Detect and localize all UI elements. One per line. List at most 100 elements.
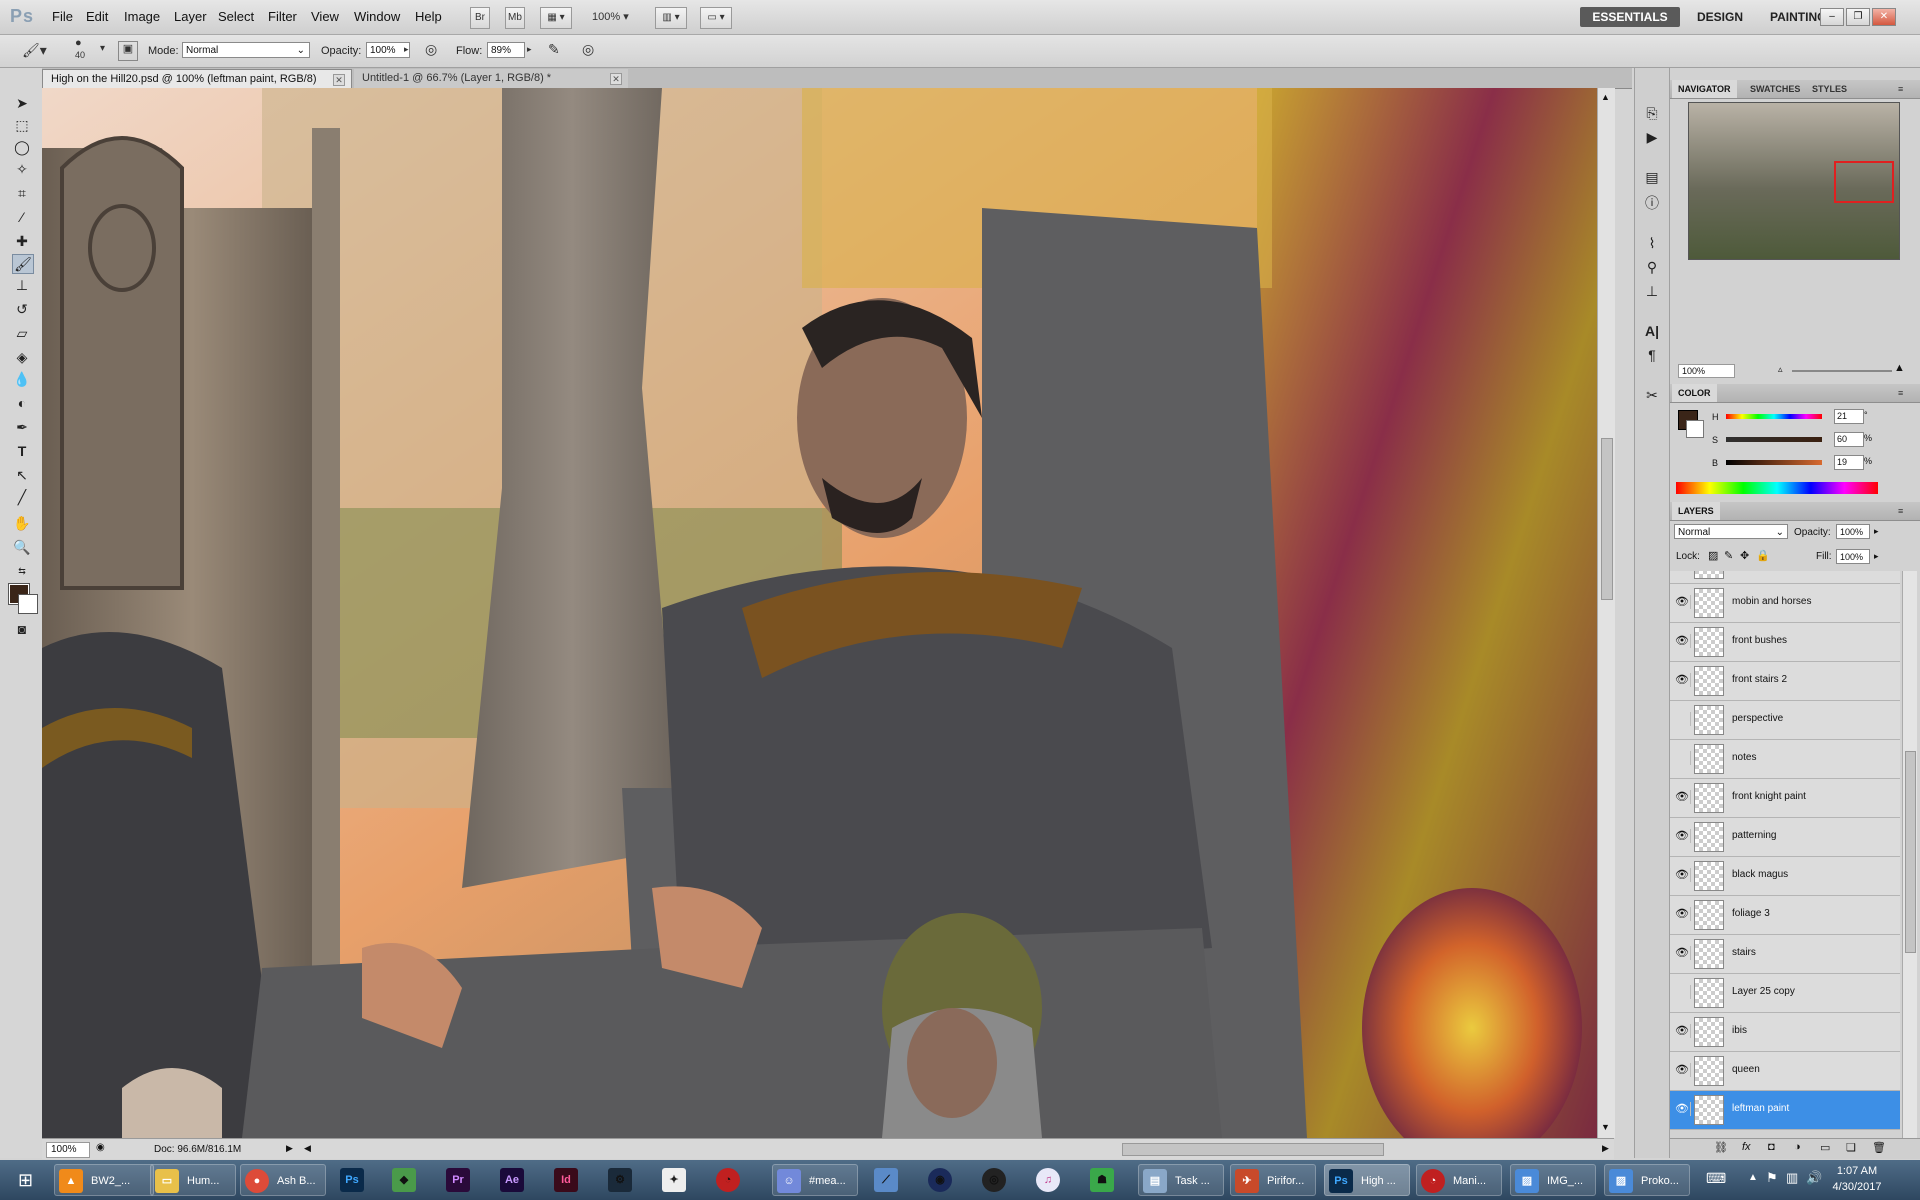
saturation-input[interactable]: 60 [1834, 432, 1864, 447]
add-mask-icon[interactable]: ◘ [1768, 1141, 1775, 1153]
layer-row[interactable]: 👁 mobin and horses [1670, 584, 1900, 623]
document-canvas[interactable] [42, 88, 1597, 1138]
scroll-up-icon[interactable]: ▲ [1601, 92, 1610, 102]
tab-swatches[interactable]: SWATCHES [1744, 80, 1806, 98]
delete-layer-icon[interactable]: 🗑 [1872, 1141, 1886, 1154]
tab-styles[interactable]: STYLES [1806, 80, 1853, 98]
taskbar-item-taskmgr[interactable]: ▤ Task ... [1138, 1164, 1224, 1196]
visibility-eye-icon[interactable]: 👁 [1674, 1024, 1691, 1038]
show-hidden-icons-icon[interactable]: ▲ [1748, 1172, 1758, 1183]
visibility-eye-icon[interactable]: 👁 [1674, 1063, 1691, 1077]
brush-tool-preset-icon[interactable]: 🖌▾ [22, 42, 47, 59]
brush-presets-panel-icon[interactable]: ⚲ [1642, 258, 1662, 276]
layer-row[interactable]: 👁 ibis [1670, 1013, 1900, 1052]
layer-row[interactable]: 👁 front knight paint [1670, 779, 1900, 818]
crop-tool-icon[interactable]: ⌗ [12, 184, 32, 202]
move-tool-icon[interactable]: ➤ [12, 94, 32, 112]
lock-pixels-icon[interactable]: ✎ [1724, 549, 1733, 562]
layer-opacity-input[interactable]: 100% [1836, 524, 1870, 539]
visibility-eye-icon[interactable]: 👁 [1674, 673, 1691, 687]
close-tab-icon[interactable]: ✕ [333, 74, 345, 86]
taskbar-item-chrome[interactable]: ● Ash B... [240, 1164, 326, 1196]
visibility-eye-icon[interactable]: 👁 [1674, 595, 1691, 609]
swap-colors-icon[interactable]: ⇆ [12, 562, 32, 580]
volume-icon[interactable]: 🔊 [1806, 1170, 1822, 1186]
quick-mask-icon[interactable]: ◙ [12, 620, 32, 638]
menu-layer[interactable]: Layer [174, 9, 207, 24]
visibility-eye-icon[interactable]: 👁 [1674, 790, 1691, 804]
tab-high-on-the-hill[interactable]: High on the Hill20.psd @ 100% (leftman p… [42, 69, 352, 88]
hand-tool-icon[interactable]: ✋ [12, 514, 32, 532]
panel-menu-icon[interactable]: ≡ [1892, 80, 1909, 98]
histogram-panel-icon[interactable]: ▤ [1642, 168, 1662, 186]
workspace-essentials[interactable]: ESSENTIALS [1580, 7, 1680, 27]
visibility-eye-icon[interactable]: 👁 [1674, 1102, 1691, 1116]
workspace-design[interactable]: DESIGN [1697, 7, 1743, 27]
path-selection-tool-icon[interactable]: ↖ [12, 466, 32, 484]
visibility-eye-icon[interactable]: 👁 [1674, 868, 1691, 882]
pressure-opacity-icon[interactable]: ◎ [425, 41, 437, 58]
marquee-tool-icon[interactable]: ⬚ [12, 116, 32, 134]
brush-panel-toggle-icon[interactable]: ▣ [118, 41, 138, 61]
status-menu-arrow-icon[interactable]: ▶ [286, 1143, 293, 1154]
character-panel-icon[interactable]: A| [1642, 322, 1662, 340]
horizontal-scroll-thumb[interactable] [1122, 1143, 1384, 1156]
start-button[interactable]: ⊞ [8, 1164, 52, 1196]
action-center-flag-icon[interactable]: ⚑ [1766, 1170, 1778, 1186]
hue-input[interactable]: 21 [1834, 409, 1864, 424]
visibility-eye-icon[interactable]: 👁 [1674, 907, 1691, 921]
keyboard-icon[interactable]: ⌨ [1706, 1170, 1726, 1187]
menu-help[interactable]: Help [415, 9, 442, 24]
fill-input[interactable]: 100% [1836, 549, 1870, 564]
visibility-eye-icon[interactable]: 👁 [1674, 829, 1691, 843]
layer-row[interactable]: 👁 front bushes [1670, 623, 1900, 662]
mini-bridge-button[interactable]: Mb [505, 7, 525, 29]
adjustment-layer-icon[interactable]: ◑ [1794, 1141, 1801, 1153]
layers-scroll-thumb[interactable] [1905, 751, 1916, 953]
taskbar-pin-figure[interactable]: ✦ [654, 1164, 698, 1196]
clone-stamp-tool-icon[interactable]: ⊥ [12, 276, 32, 294]
clone-source-panel-icon[interactable]: ⊥ [1642, 282, 1662, 300]
pressure-size-icon[interactable]: ◎ [582, 41, 594, 58]
layer-row[interactable]: 👁 patterning [1670, 818, 1900, 857]
visibility-eye-icon[interactable]: 👁 [1674, 946, 1691, 960]
taskbar-pin-clock-app[interactable]: ◔ [708, 1164, 752, 1196]
zoom-level-dropdown[interactable]: 100% ▾ [592, 10, 629, 23]
taskbar-item-img[interactable]: ▨ IMG_... [1510, 1164, 1596, 1196]
layer-row[interactable]: 👁 front stairs 2 [1670, 662, 1900, 701]
taskbar-item-piriform[interactable]: ✈ Pirifor... [1230, 1164, 1316, 1196]
eyedropper-tool-icon[interactable]: ⁄ [12, 208, 32, 226]
color-background-swatch[interactable] [1686, 420, 1704, 438]
layer-row[interactable]: 👁 foliage 3 [1670, 896, 1900, 935]
menu-window[interactable]: Window [354, 9, 400, 24]
pen-tool-icon[interactable]: ✒ [12, 418, 32, 436]
screen-mode-button[interactable]: ▭ ▾ [700, 7, 732, 29]
zoom-in-icon[interactable]: ▲ [1894, 362, 1905, 374]
flow-input[interactable]: 89% [487, 42, 525, 58]
taskbar-pin-itunes[interactable]: ♫ [1028, 1164, 1072, 1196]
layer-row[interactable]: 👁 queen [1670, 1052, 1900, 1091]
layer-row[interactable]: Layer 25 copy [1670, 974, 1900, 1013]
scroll-left-icon[interactable]: ◀ [304, 1143, 311, 1154]
eraser-tool-icon[interactable]: ▱ [12, 324, 32, 342]
tab-color[interactable]: COLOR [1672, 384, 1717, 402]
brightness-slider[interactable] [1726, 460, 1822, 465]
restore-button[interactable]: ❐ [1846, 8, 1870, 26]
blend-mode-dropdown[interactable]: Normal ⌄ [1674, 524, 1788, 539]
taskbar-item-photoshop[interactable]: Ps High ... [1324, 1164, 1410, 1196]
healing-brush-tool-icon[interactable]: ✚ [12, 232, 32, 250]
layer-style-icon[interactable]: fx [1742, 1141, 1751, 1153]
layer-row-selected[interactable]: 👁 leftman paint [1670, 1091, 1900, 1130]
brightness-input[interactable]: 19 [1834, 455, 1864, 470]
taskbar-pin-aftereffects[interactable]: Ae [492, 1164, 536, 1196]
layer-row[interactable]: 👁 black magus [1670, 857, 1900, 896]
color-spectrum-ramp[interactable] [1676, 482, 1878, 494]
network-icon[interactable]: ▥ [1786, 1170, 1798, 1186]
lock-all-icon[interactable]: 🔒 [1756, 549, 1770, 562]
flow-slider-arrow-icon[interactable]: ▸ [527, 44, 532, 55]
visibility-toggle-empty[interactable] [1674, 712, 1691, 726]
menu-file[interactable]: File [52, 9, 73, 24]
blur-tool-icon[interactable]: 💧 [12, 370, 32, 388]
minimize-button[interactable]: – [1820, 8, 1844, 26]
brush-tool-icon[interactable]: 🖌 [12, 254, 34, 274]
